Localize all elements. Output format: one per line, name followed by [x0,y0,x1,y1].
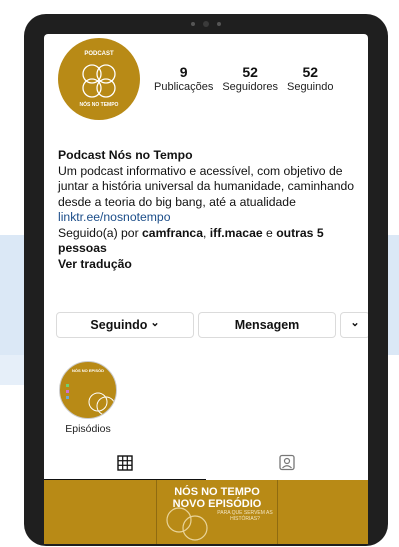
post-thumbnail[interactable]: NÓS NO TEMPO NOVO EPISÓDIO PARA QUE SERV… [156,480,278,544]
highlight-episodios[interactable]: NÓS NO EPISÓD Episódios [58,361,118,435]
followed-by[interactable]: Seguido(a) por camfranca, iff.macae e ou… [58,226,362,257]
stat-label: Publicações [154,81,214,93]
stat-following[interactable]: 52 Seguindo [287,64,334,94]
avatar-bottom-text: NÓS NO TEMPO [79,102,119,108]
stat-value: 9 [179,64,188,80]
grid-icon [117,454,133,471]
sensor-dot [191,22,195,26]
sensor-dot [217,22,221,26]
profile-stats: 9 Publicações 52 Seguidores 52 Seguindo [154,64,342,94]
message-label: Mensagem [234,318,300,332]
profile-header: PODCAST NÓS NO TEMPO 9 Publicações 52 Se… [58,38,368,128]
stat-value: 52 [302,64,319,80]
stat-followers[interactable]: 52 Seguidores [222,64,278,94]
suggestions-button[interactable]: ⌄ [340,312,368,338]
following-button[interactable]: Seguindo ⌄ [56,312,194,338]
bio-text: Um podcast informativo e acessível, com … [58,163,355,209]
highlight-label: Episódios [65,423,111,435]
camera-dots [191,21,221,27]
profile-actions: Seguindo ⌄ Mensagem ⌄ [56,312,368,338]
tablet-frame: PODCAST NÓS NO TEMPO 9 Publicações 52 Se… [24,14,388,546]
tab-grid[interactable] [44,446,206,480]
app-screen: PODCAST NÓS NO TEMPO 9 Publicações 52 Se… [44,34,368,544]
profile-tabs [44,446,368,481]
stat-posts[interactable]: 9 Publicações [154,64,213,94]
followed-user-2: iff.macae [209,225,263,240]
profile-bio: Podcast Nós no Tempo Um podcast informat… [58,148,362,272]
chevron-down-icon: ⌄ [350,316,360,329]
post-title-line-1: NÓS NO TEMPO [174,486,260,498]
logo-rings-icon [66,384,116,416]
post-title: NÓS NO TEMPO NOVO EPISÓDIO [157,486,277,510]
chevron-down-icon: ⌄ [150,316,160,329]
profile-name: Podcast Nós no Tempo [58,148,193,162]
following-label: Seguindo [90,318,148,332]
stat-label: Seguindo [286,81,334,93]
followed-prefix: Seguido(a) por [58,225,143,240]
translate-link[interactable]: Ver tradução [58,257,132,271]
post-subtitle: PARA QUE SERVEM AS HISTÓRIAS? [217,510,273,522]
post-grid: NÓS NO TEMPO NOVO EPISÓDIO PARA QUE SERV… [44,480,368,544]
message-button[interactable]: Mensagem [198,312,336,338]
profile-avatar[interactable]: PODCAST NÓS NO TEMPO [58,38,140,120]
post-title-line-2: NOVO EPISÓDIO [172,498,262,510]
followed-separator: , [203,225,210,240]
followed-user-1: camfranca [142,225,203,240]
stat-label: Seguidores [222,81,278,93]
followed-and: e [262,225,277,240]
tagged-icon [279,454,295,471]
bio-link[interactable]: linktr.ee/nosnotempo [58,210,362,226]
camera-lens [203,21,209,27]
highlight-cover: NÓS NO EPISÓD [59,361,117,419]
tab-tagged[interactable] [206,446,368,479]
stat-value: 52 [242,64,258,80]
